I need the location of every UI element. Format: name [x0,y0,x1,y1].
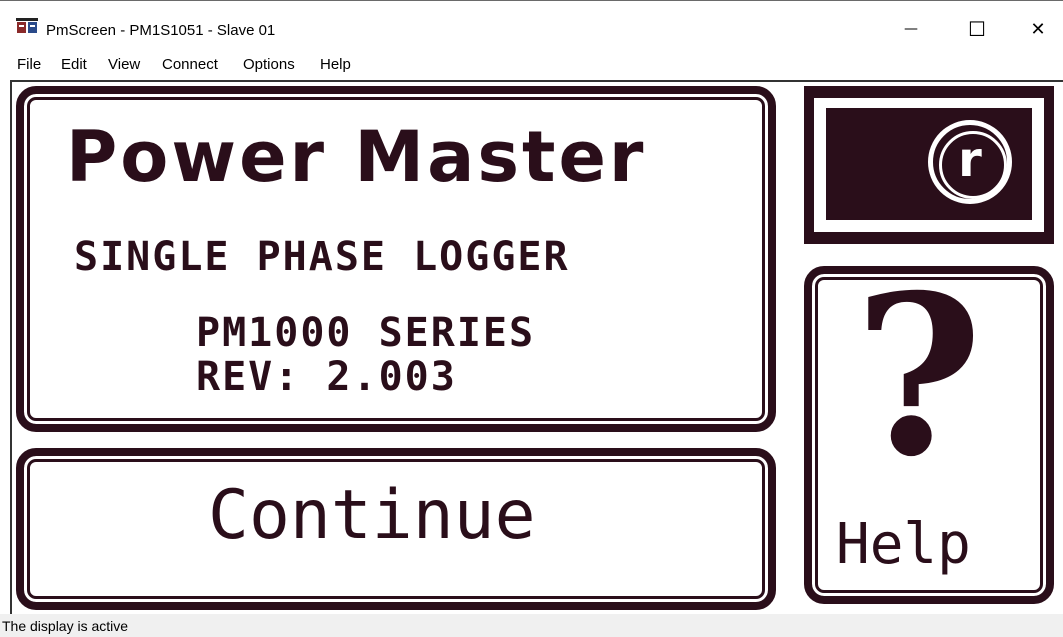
status-text: The display is active [2,618,129,634]
minimize-button[interactable]: — [888,9,934,49]
close-icon: ✕ [1030,18,1046,40]
logo-icon: r [928,120,1012,204]
logo-box: r [804,86,1054,244]
series-label: PM1000 SERIES [196,310,536,356]
menu-view[interactable]: View [108,56,140,73]
close-button[interactable]: ✕ [1015,9,1061,49]
revision-label: REV: 2.003 [196,354,457,400]
menu-options[interactable]: Options [243,56,295,73]
logo-glyph: r [958,132,982,188]
app-icon [16,18,38,33]
window-title: PmScreen - PM1S1051 - Slave 01 [46,22,276,39]
menu-help[interactable]: Help [320,56,351,73]
status-bar: The display is active [0,614,1063,637]
continue-button[interactable]: Continue [16,448,776,610]
splash-panel: Power Master SINGLE PHASE LOGGER PM1000 … [16,86,776,432]
minimize-icon: — [904,21,918,37]
menu-edit[interactable]: Edit [61,56,87,73]
maximize-button[interactable]: ☐ [954,9,1000,49]
title-bar: PmScreen - PM1S1051 - Slave 01 — ☐ ✕ [0,0,1063,49]
help-button[interactable]: ? Help [804,266,1054,604]
menu-bar: File Edit View Connect Options Help [0,48,1063,80]
continue-label: Continue [208,476,536,555]
lcd-display: Power Master SINGLE PHASE LOGGER PM1000 … [10,80,1063,616]
menu-connect[interactable]: Connect [162,56,218,73]
subtitle: SINGLE PHASE LOGGER [74,234,570,280]
menu-file[interactable]: File [17,56,41,73]
maximize-icon: ☐ [968,17,986,41]
brand-title: Power Master [66,116,647,198]
help-question-icon: ? [854,246,983,505]
help-label: Help [836,512,971,577]
